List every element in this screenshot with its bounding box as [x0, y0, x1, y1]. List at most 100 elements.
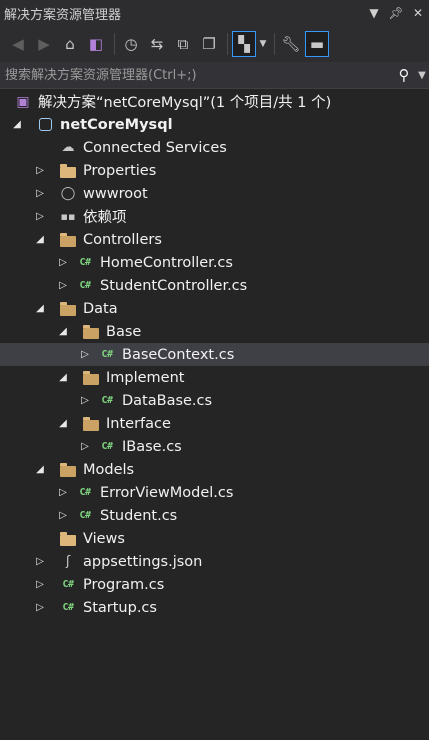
tree-item-label: BaseContext.cs: [122, 346, 235, 363]
expand-arrow-icon[interactable]: ▷: [78, 348, 92, 362]
collapse-arrow-icon[interactable]: ◢: [33, 302, 47, 316]
preview-selected-items-icon[interactable]: ▬: [305, 31, 329, 57]
collapse-arrow-icon[interactable]: ◢: [56, 417, 70, 431]
tree-item-label: DataBase.cs: [122, 392, 213, 409]
sync-active-document-icon[interactable]: ⇆: [145, 31, 169, 57]
search-input[interactable]: [0, 66, 393, 84]
tree-item[interactable]: ▷ C# IBase.cs: [0, 435, 429, 458]
collapse-all-icon[interactable]: ⧉: [171, 31, 195, 57]
solution-tree: ▣ 解决方案“netCoreMysql”(1 个项目/共 1 个) ◢ netC…: [0, 90, 429, 619]
tree-item[interactable]: ▷ C# HomeController.cs: [0, 251, 429, 274]
expand-arrow-icon[interactable]: ▷: [56, 486, 70, 500]
properties-wrench-icon[interactable]: 🔧︎: [279, 31, 303, 57]
panel-title: 解决方案资源管理器: [4, 7, 122, 23]
tree-item[interactable]: ◢ Data: [0, 297, 429, 320]
view-class-diagram-icon[interactable]: ▚: [232, 31, 256, 57]
tree-item-label: Startup.cs: [83, 599, 157, 616]
expand-arrow-icon[interactable]: ▷: [78, 440, 92, 454]
tree-item-label: 依赖项: [83, 210, 127, 226]
folder-open-icon: [59, 231, 77, 249]
tree-item[interactable]: ▷ C# ErrorViewModel.cs: [0, 481, 429, 504]
toolbar-separator: [227, 33, 228, 55]
collapse-arrow-icon[interactable]: ◢: [33, 233, 47, 247]
tree-item[interactable]: ▷ C# Student.cs: [0, 504, 429, 527]
search-icon[interactable]: ⚲: [393, 66, 415, 84]
tree-item-label: Models: [83, 461, 135, 478]
tree-item[interactable]: ▷ C# DataBase.cs: [0, 389, 429, 412]
view-dropdown-icon[interactable]: ▼: [258, 31, 268, 57]
expand-arrow-icon[interactable]: ▷: [33, 601, 47, 615]
tree-item[interactable]: ▷ C# Startup.cs: [0, 596, 429, 619]
home-icon[interactable]: ⌂: [58, 31, 82, 57]
folder-icon: [59, 530, 77, 548]
solution-icon: ▣: [16, 93, 30, 110]
tree-item[interactable]: ◢ Models: [0, 458, 429, 481]
csharp-file-icon: C#: [101, 395, 113, 406]
expand-arrow-icon[interactable]: ▷: [33, 187, 47, 201]
tree-item[interactable]: ◢ Base: [0, 320, 429, 343]
expand-arrow-icon[interactable]: ▷: [33, 555, 47, 569]
tree-item[interactable]: ▷ ◯ wwwroot: [0, 182, 429, 205]
collapse-arrow-icon[interactable]: ◢: [56, 371, 70, 385]
project-icon: [36, 116, 54, 134]
expand-arrow-icon[interactable]: ▷: [56, 256, 70, 270]
tree-item[interactable]: ◢ Controllers: [0, 228, 429, 251]
tree-item[interactable]: ▷ C# Program.cs: [0, 573, 429, 596]
csharp-file-icon: C#: [79, 510, 91, 521]
panel-menu-dropdown-icon[interactable]: ▼: [363, 6, 385, 20]
csharp-file-icon: C#: [101, 349, 113, 360]
tree-item[interactable]: ▷ ʃ appsettings.json: [0, 550, 429, 573]
switch-views-icon[interactable]: ◧: [84, 31, 108, 57]
folder-open-icon: [82, 415, 100, 433]
expand-arrow-icon[interactable]: ▷: [33, 210, 47, 224]
tree-item-label: Controllers: [83, 231, 162, 248]
tree-item-solution[interactable]: ▣ 解决方案“netCoreMysql”(1 个项目/共 1 个): [0, 90, 429, 113]
expand-arrow-icon[interactable]: ▷: [33, 578, 47, 592]
tree-item-label: StudentController.cs: [100, 277, 248, 294]
tree-item[interactable]: ◢ Implement: [0, 366, 429, 389]
tree-item-label: Interface: [106, 415, 171, 432]
tree-item-label: ErrorViewModel.cs: [100, 484, 234, 501]
tree-item-label: Implement: [106, 369, 185, 386]
collapse-arrow-icon[interactable]: ◢: [56, 325, 70, 339]
show-all-files-icon[interactable]: ❐: [197, 31, 221, 57]
toolbar-separator: [114, 33, 115, 55]
cloud-icon: ☁: [61, 140, 75, 155]
expand-arrow-icon[interactable]: ▷: [78, 394, 92, 408]
folder-open-icon: [82, 323, 100, 341]
toolbar-separator: [274, 33, 275, 55]
csharp-file-icon: C#: [101, 441, 113, 452]
tree-item[interactable]: ☁ Connected Services: [0, 136, 429, 159]
tree-item-selected[interactable]: ▷ C# BaseContext.cs: [0, 343, 429, 366]
search-bar: ⚲ ▼: [0, 62, 429, 89]
tree-item[interactable]: ◢ Interface: [0, 412, 429, 435]
collapse-arrow-icon[interactable]: ◢: [33, 463, 47, 477]
tree-item[interactable]: ▷ C# StudentController.cs: [0, 274, 429, 297]
tree-item[interactable]: ▷ Properties: [0, 159, 429, 182]
tree-item-label: appsettings.json: [83, 553, 203, 570]
expand-arrow-icon[interactable]: ▷: [33, 164, 47, 178]
json-file-icon: ʃ: [65, 554, 71, 569]
globe-icon: ◯: [60, 186, 76, 201]
tree-item-label: Connected Services: [83, 139, 227, 156]
back-icon[interactable]: ◀: [6, 31, 30, 57]
tree-item-project[interactable]: ◢ netCoreMysql: [0, 113, 429, 136]
pin-icon[interactable]: 📌︎: [385, 6, 407, 20]
tree-item[interactable]: Views: [0, 527, 429, 550]
csharp-file-icon: C#: [79, 257, 91, 268]
collapse-arrow-icon[interactable]: ◢: [10, 118, 24, 132]
search-options-dropdown-icon[interactable]: ▼: [415, 70, 429, 81]
tree-item[interactable]: ▷ ▪▪ 依赖项: [0, 205, 429, 228]
tree-item-label: 解决方案“netCoreMysql”(1 个项目/共 1 个): [38, 95, 332, 111]
pending-changes-filter-icon[interactable]: ◷: [119, 31, 143, 57]
expand-arrow-icon[interactable]: ▷: [56, 509, 70, 523]
tree-item-label: Properties: [83, 162, 157, 179]
close-icon[interactable]: ✕: [407, 6, 429, 20]
properties-icon: [59, 162, 77, 180]
dependencies-icon: ▪▪: [60, 210, 76, 223]
toolbar: ◀ ▶ ⌂ ◧ ◷ ⇆ ⧉ ❐ ▚ ▼ 🔧︎ ▬: [0, 26, 429, 62]
forward-icon[interactable]: ▶: [32, 31, 56, 57]
expand-arrow-icon[interactable]: ▷: [56, 279, 70, 293]
